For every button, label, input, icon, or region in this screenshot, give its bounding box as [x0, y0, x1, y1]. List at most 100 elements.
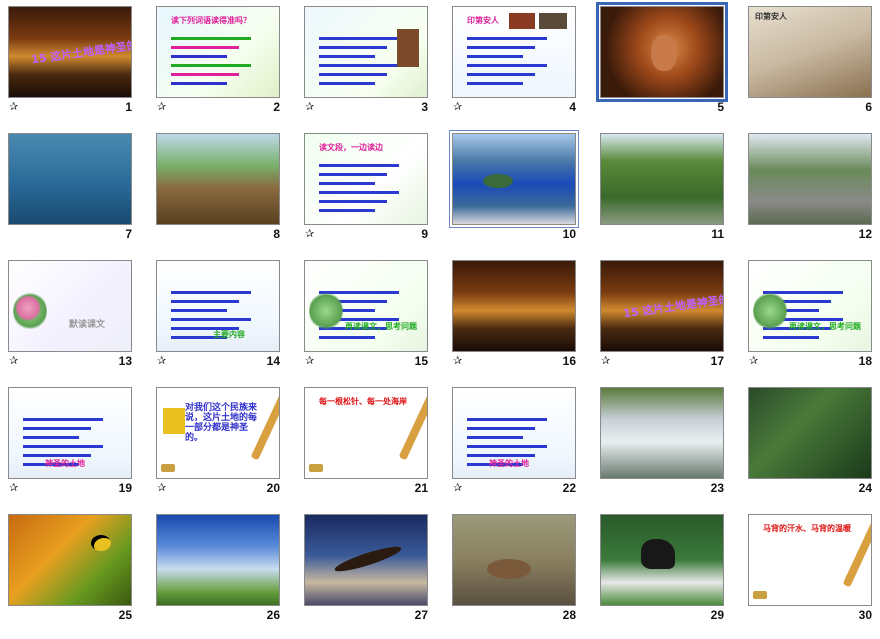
slide-number: 14 [266, 354, 280, 368]
animation-star-icon[interactable]: ✰ [9, 482, 18, 494]
slide-preview[interactable] [452, 260, 576, 352]
slide-title: 对我们这个民族来说，这片土地的每一部分都是神圣的。 [185, 403, 258, 443]
animation-star-icon[interactable]: ✰ [157, 482, 166, 494]
animation-star-icon[interactable]: ✰ [453, 482, 462, 494]
animation-star-icon[interactable]: ✰ [305, 355, 314, 367]
slide-preview[interactable] [449, 130, 579, 228]
slide-thumbnail-7[interactable]: 7 [0, 127, 148, 249]
slide-thumbnail-23[interactable]: 23 [592, 381, 740, 503]
slide-preview[interactable] [8, 514, 132, 606]
slide-preview[interactable]: 再读课文，思考问题 [304, 260, 428, 352]
slide-thumbnail-25[interactable]: 25 [0, 508, 148, 630]
slide-preview[interactable]: 印第安人 [748, 6, 872, 98]
slide-preview[interactable]: 默读课文 [8, 260, 132, 352]
slide-title: 印第安人 [467, 16, 499, 25]
slide-title: 再读课文，思考问题 [789, 322, 861, 331]
animation-star-icon[interactable]: ✰ [453, 355, 462, 367]
animation-star-icon[interactable]: ✰ [305, 228, 314, 240]
text-line [171, 55, 227, 58]
slide-thumbnail-5[interactable]: 5 [592, 0, 740, 122]
slide-preview[interactable] [156, 133, 280, 225]
slide-preview[interactable]: 神圣的土地 [8, 387, 132, 479]
slide-thumbnail-9[interactable]: 读文段，一边读边 ✰ 9 [296, 127, 444, 249]
face-image [651, 35, 677, 71]
slide-number: 16 [562, 354, 576, 368]
slide-thumbnail-24[interactable]: 24 [740, 381, 880, 503]
animation-star-icon[interactable]: ✰ [9, 101, 18, 113]
slide-preview[interactable]: 15 这片土地是神圣的 [8, 6, 132, 98]
slide-thumbnail-30[interactable]: 马背的汗水、马背的温暖 30 [740, 508, 880, 630]
slide-preview[interactable]: 读下列词语读得准吗？ [156, 6, 280, 98]
slide-preview[interactable]: 对我们这个民族来说，这片土地的每一部分都是神圣的。 [156, 387, 280, 479]
animation-star-icon[interactable]: ✰ [601, 355, 610, 367]
text-line [171, 46, 239, 49]
slide-thumbnail-20[interactable]: 对我们这个民族来说，这片土地的每一部分都是神圣的。 ✰ 20 [148, 381, 296, 503]
photo-thumb [509, 13, 535, 29]
animation-star-icon[interactable]: ✰ [9, 355, 18, 367]
slide-title: 15 这片土地是神圣的 [30, 38, 132, 67]
text-line [467, 46, 535, 49]
animation-star-icon[interactable]: ✰ [453, 101, 462, 113]
slide-preview[interactable] [304, 6, 428, 98]
slide-preview[interactable] [600, 514, 724, 606]
slide-thumbnail-14[interactable]: 主要内容 ✰ 14 [148, 254, 296, 376]
slide-number: 23 [710, 481, 724, 495]
slide-preview[interactable] [8, 133, 132, 225]
slide-preview[interactable] [304, 514, 428, 606]
slide-thumbnail-13[interactable]: 默读课文 ✰ 13 [0, 254, 148, 376]
slide-thumbnail-21[interactable]: 每一根松针、每一处海岸 21 [296, 381, 444, 503]
text-line [319, 200, 387, 203]
animation-star-icon[interactable]: ✰ [157, 101, 166, 113]
text-line [467, 436, 523, 439]
slide-preview[interactable] [748, 387, 872, 479]
slide-thumbnail-4[interactable]: 印第安人 ✰ 4 [444, 0, 592, 122]
slide-preview[interactable] [600, 133, 724, 225]
animation-star-icon[interactable]: ✰ [305, 101, 314, 113]
slide-number: 20 [266, 481, 280, 495]
slide-preview[interactable] [452, 514, 576, 606]
slide-preview[interactable]: 再读课文，思考问题 [748, 260, 872, 352]
slide-preview[interactable] [596, 2, 728, 102]
slide-preview[interactable]: 读文段，一边读边 [304, 133, 428, 225]
slide-thumbnail-11[interactable]: 11 [592, 127, 740, 249]
slide-thumbnail-8[interactable]: 8 [148, 127, 296, 249]
island-image [483, 174, 513, 188]
text-line [23, 454, 91, 457]
text-line [171, 300, 239, 303]
slide-preview[interactable] [748, 133, 872, 225]
slide-number: 17 [710, 354, 724, 368]
slide-thumbnail-26[interactable]: 26 [148, 508, 296, 630]
animation-star-icon[interactable]: ✰ [749, 355, 758, 367]
slide-thumbnail-6[interactable]: 印第安人 6 [740, 0, 880, 122]
slide-preview[interactable]: 神圣的土地 [452, 387, 576, 479]
slide-number: 27 [414, 608, 428, 622]
text-line [171, 291, 251, 294]
animation-star-icon[interactable]: ✰ [157, 355, 166, 367]
slide-thumbnail-3[interactable]: ✰ 3 [296, 0, 444, 122]
slide-preview[interactable]: 主要内容 [156, 260, 280, 352]
slide-preview[interactable]: 印第安人 [452, 6, 576, 98]
slide-preview[interactable]: 马背的汗水、马背的温暖 [748, 514, 872, 606]
slide-preview[interactable] [156, 514, 280, 606]
slide-thumbnail-17[interactable]: 15 这片土地是神圣的 ✰ 17 [592, 254, 740, 376]
slide-preview[interactable]: 15 这片土地是神圣的 [600, 260, 724, 352]
slide-thumbnail-2[interactable]: 读下列词语读得准吗？ ✰ 2 [148, 0, 296, 122]
slide-thumbnail-15[interactable]: 再读课文，思考问题 ✰ 15 [296, 254, 444, 376]
slide-thumbnail-18[interactable]: 再读课文，思考问题 ✰ 18 [740, 254, 880, 376]
slide-thumbnail-29[interactable]: 29 [592, 508, 740, 630]
slide-thumbnail-28[interactable]: 28 [444, 508, 592, 630]
slide-thumbnail-16[interactable]: ✰ 16 [444, 254, 592, 376]
slide-thumbnail-1[interactable]: 15 这片土地是神圣的 ✰ 1 [0, 0, 148, 122]
scroll-image [161, 464, 175, 472]
slide-thumbnail-19[interactable]: 神圣的土地 ✰ 19 [0, 381, 148, 503]
text-line [467, 454, 535, 457]
pagoda-image [163, 408, 185, 434]
slide-number: 19 [118, 481, 132, 495]
slide-preview[interactable] [600, 387, 724, 479]
slide-thumbnail-22[interactable]: 神圣的土地 ✰ 22 [444, 381, 592, 503]
slide-thumbnail-12[interactable]: 12 [740, 127, 880, 249]
slide-preview[interactable]: 每一根松针、每一处海岸 [304, 387, 428, 479]
slide-number: 7 [125, 227, 132, 241]
slide-thumbnail-27[interactable]: 27 [296, 508, 444, 630]
slide-thumbnail-10[interactable]: 10 [444, 127, 592, 249]
